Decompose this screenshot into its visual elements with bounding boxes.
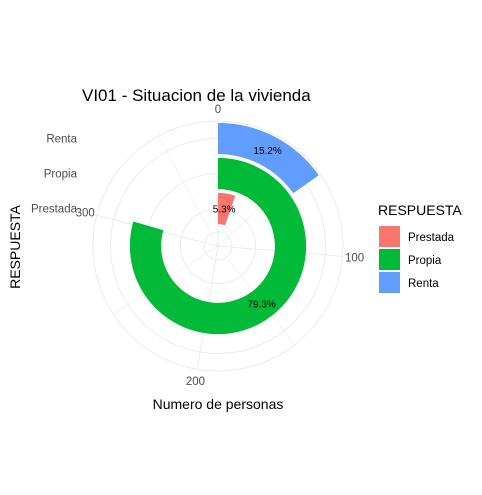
legend-title: RESPUESTA: [378, 202, 462, 218]
value-tick-label: 200: [186, 376, 205, 388]
value-tick-label: 100: [345, 252, 364, 264]
legend-key-renta: [379, 272, 400, 293]
data-label-renta: 15.2%: [253, 146, 281, 157]
data-label-prestada: 5.3%: [213, 205, 236, 216]
category-label-renta: Renta: [46, 134, 77, 146]
bars: [129, 122, 319, 335]
legend: RESPUESTA Prestada Propia Renta: [378, 202, 462, 293]
grid-spoke: [158, 135, 219, 247]
legend-label-prestada: Prestada: [408, 232, 455, 244]
x-axis-title: Numero de personas: [153, 396, 284, 412]
legend-key-prestada: [379, 226, 400, 247]
category-labels: Prestada Propia Renta: [31, 134, 78, 216]
category-label-propia: Propia: [44, 169, 78, 181]
y-axis-title: RESPUESTA: [7, 204, 23, 288]
legend-key-propia: [379, 249, 400, 270]
category-label-prestada: Prestada: [31, 204, 78, 216]
legend-label-propia: Propia: [408, 255, 442, 267]
legend-label-renta: Renta: [408, 278, 439, 290]
polar-bar-chart: 5.3% 79.3% 15.2% 0 100 200 300 Prestada Propia…: [7, 86, 462, 412]
chart-title: VI01 - Situacion de la vivienda: [82, 86, 311, 105]
data-label-propia: 79.3%: [247, 299, 275, 310]
value-tick-label: 0: [215, 104, 221, 116]
value-tick-label: 300: [76, 207, 95, 219]
